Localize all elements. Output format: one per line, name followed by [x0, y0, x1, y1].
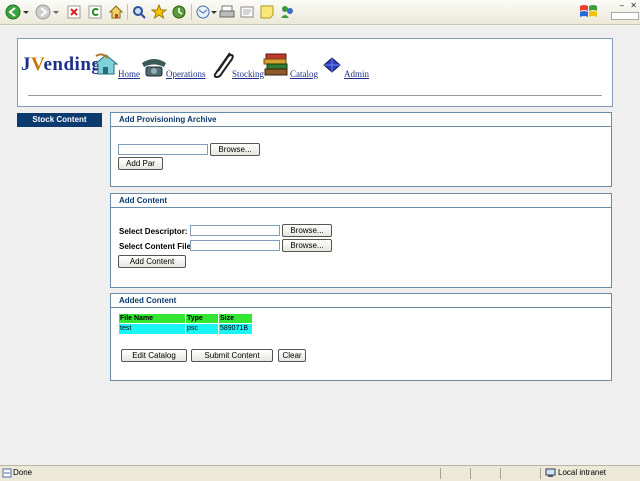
minimize-icon[interactable]: – — [620, 1, 624, 10]
nav-home-link[interactable]: Home — [118, 69, 140, 79]
nav-admin-link[interactable]: Admin — [344, 69, 369, 79]
search-icon[interactable] — [130, 3, 148, 21]
telephone-icon — [140, 55, 168, 79]
messenger-icon[interactable] — [278, 3, 296, 21]
descriptor-label: Select Descriptor: — [119, 227, 188, 236]
gem-icon — [322, 57, 342, 75]
close-icon[interactable]: ✕ — [630, 1, 637, 10]
note-icon[interactable] — [258, 3, 276, 21]
table-cell-type: psc — [186, 324, 218, 334]
browser-toolbar: – ✕ — [0, 0, 640, 25]
favorites-icon[interactable] — [150, 3, 168, 21]
nav-catalog-link[interactable]: Catalog — [290, 69, 318, 79]
add-content-button[interactable]: Add Content — [118, 255, 186, 268]
header-divider — [28, 95, 602, 96]
stop-icon[interactable] — [66, 3, 82, 21]
refresh-icon[interactable] — [87, 3, 103, 21]
house-icon — [92, 52, 120, 78]
panel-title: Add Content — [111, 194, 611, 208]
history-icon[interactable] — [170, 3, 188, 21]
content-file-label: Select Content File: — [119, 242, 194, 251]
panel-added-content: Added Content File Name Type Size test p… — [110, 293, 612, 381]
table-cell-file-name: test — [119, 324, 185, 334]
column-header-type: Type — [186, 314, 218, 323]
panel-add-content: Add Content Select Descriptor: Browse...… — [110, 193, 612, 288]
window-controls: – ✕ — [601, 0, 639, 24]
books-icon — [263, 51, 291, 79]
back-icon[interactable] — [4, 3, 22, 21]
page-done-icon — [2, 467, 12, 479]
chevron-down-icon[interactable] — [211, 3, 217, 21]
panel-title: Added Content — [111, 294, 611, 308]
windows-logo-icon — [578, 2, 600, 22]
descriptor-browse-button[interactable]: Browse... — [282, 224, 332, 237]
table-cell-size: 589071B — [219, 324, 252, 334]
status-bar: Done Local intranet — [0, 465, 640, 481]
mail-icon[interactable] — [194, 3, 212, 21]
add-par-button[interactable]: Add Par — [118, 157, 163, 170]
panel-add-provisioning-archive: Add Provisioning Archive Browse... Add P… — [110, 112, 612, 187]
home-icon[interactable] — [107, 3, 125, 21]
nav-stocking-link[interactable]: Stocking — [232, 69, 264, 79]
panel-title: Add Provisioning Archive — [111, 113, 611, 127]
chevron-down-icon[interactable] — [22, 3, 30, 21]
clear-button[interactable]: Clear — [278, 349, 306, 362]
column-header-size: Size — [219, 314, 252, 323]
chevron-down-icon[interactable] — [52, 3, 60, 21]
intranet-zone-icon — [545, 467, 556, 479]
submit-content-button[interactable]: Submit Content — [191, 349, 273, 362]
descriptor-input[interactable] — [190, 225, 280, 236]
nav-operations-link[interactable]: Operations — [166, 69, 206, 79]
site-logo: JVending — [21, 54, 102, 75]
par-browse-button[interactable]: Browse... — [210, 143, 260, 156]
page-content: JVending Home Operations Stocking Catalo… — [0, 25, 640, 465]
column-header-file-name: File Name — [119, 314, 185, 323]
site-header: JVending Home Operations Stocking Catalo… — [17, 38, 613, 107]
edit-icon[interactable] — [238, 3, 256, 21]
security-zone-text: Local intranet — [558, 468, 607, 477]
edit-catalog-button[interactable]: Edit Catalog — [121, 349, 187, 362]
sidebar-item-stock-content[interactable]: Stock Content — [17, 113, 102, 127]
address-box[interactable] — [611, 12, 639, 20]
content-file-browse-button[interactable]: Browse... — [282, 239, 332, 252]
status-text: Done — [13, 468, 33, 477]
print-icon[interactable] — [218, 3, 236, 21]
par-file-input[interactable] — [118, 144, 208, 155]
content-file-input[interactable] — [190, 240, 280, 251]
forward-icon[interactable] — [34, 3, 52, 21]
